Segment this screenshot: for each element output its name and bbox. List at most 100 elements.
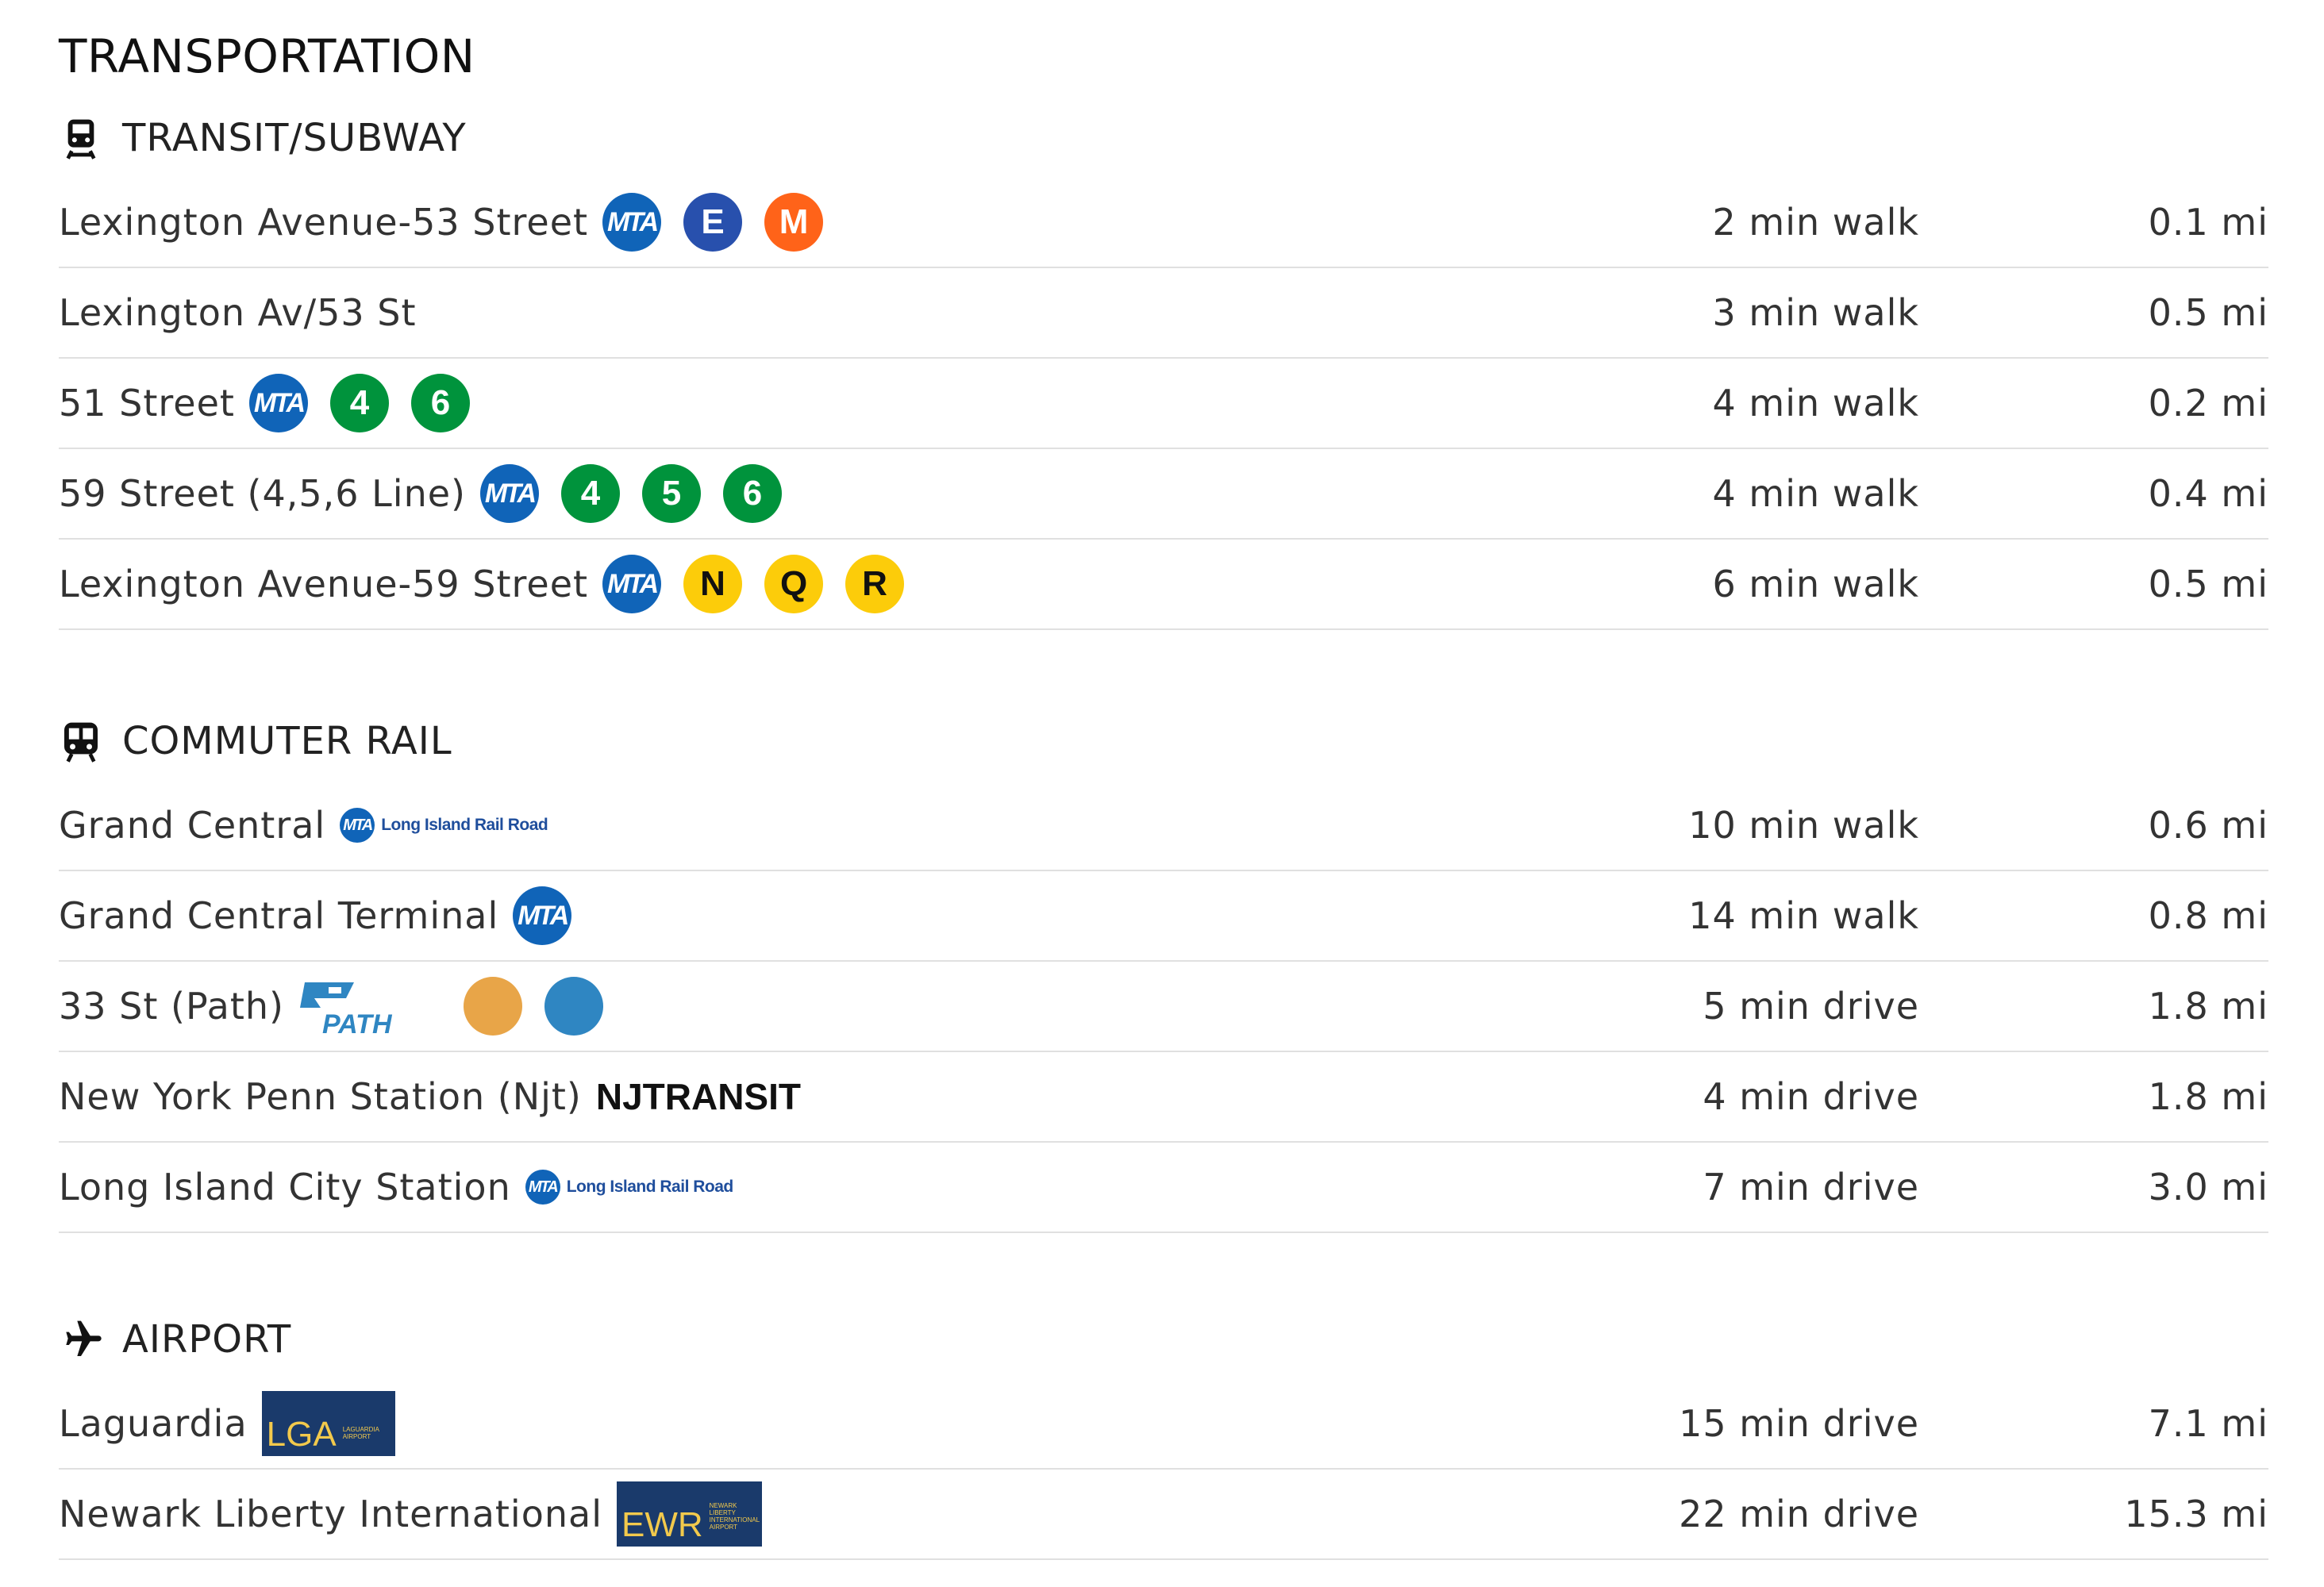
list-item[interactable]: Lexington Avenue-59 Street MTA N Q R 6 m… [59,540,2268,630]
list-item[interactable]: Long Island City Station MTA Long Island… [59,1143,2268,1233]
lga-logo-code: LGA [266,1415,337,1454]
travel-time: 5 min drive [1703,985,1919,1028]
travel-time: 4 min walk [1712,382,1919,425]
ewr-logo: EWR NEWARK LIBERTY INTERNATIONAL AIRPORT [616,1481,762,1547]
distance: 0.5 mi [2148,563,2268,605]
line-badges: MTA N Q R [602,555,905,613]
operator-logos: MTA [513,886,572,945]
distance: 15.3 mi [2124,1493,2268,1535]
ewr-logo-code: EWR [621,1505,703,1544]
distance: 1.8 mi [2148,1075,2268,1118]
operator-logos: MTA Long Island Rail Road [525,1170,733,1205]
page-title: TRANSPORTATION [59,29,475,83]
line-r-badge: R [845,555,905,613]
section-title-rail: COMMUTER RAIL [122,719,452,763]
line-badges: MTA E M [602,193,824,252]
line-6-badge: 6 [410,374,470,432]
list-item[interactable]: New York Penn Station (Njt) NJTRANSIT 4 … [59,1052,2268,1143]
station-name: Newark Liberty International [59,1493,602,1535]
line-badges: MTA 4 6 [248,374,470,432]
travel-time: 3 min walk [1712,291,1919,334]
list-item[interactable]: Grand Central MTA Long Island Rail Road … [59,781,2268,871]
mta-logo: MTA [340,808,375,843]
list-item[interactable]: 33 St (Path) PATH 5 min drive 1.8 mi [59,962,2268,1052]
lirr-logo-text: Long Island Rail Road [566,1178,734,1196]
station-name: Grand Central Terminal [59,894,499,937]
mta-logo: MTA [602,555,662,613]
mta-logo: MTA [248,374,308,432]
lirr-logo: MTA Long Island Rail Road [525,1170,733,1205]
distance: 0.4 mi [2148,472,2268,515]
train-front-icon [66,119,96,159]
mta-logo: MTA [479,464,539,523]
distance: 3.0 mi [2148,1166,2268,1209]
distance: 7.1 mi [2148,1402,2268,1445]
travel-time: 6 min walk [1712,563,1919,605]
list-item[interactable]: Grand Central Terminal MTA 14 min walk 0… [59,871,2268,962]
section-header-rail: COMMUTER RAIL [59,717,2268,765]
station-name: Lexington Avenue-59 Street [59,563,589,605]
path-logo-text: PATH [322,1009,393,1038]
nj-transit-logo: NJTRANSIT [595,1076,801,1117]
line-4-badge: 4 [560,464,620,523]
line-n-badge: N [683,555,743,613]
line-e-badge: E [683,193,743,252]
travel-time: 2 min walk [1712,201,1919,244]
station-name: 51 Street [59,382,235,425]
airport-logos: EWR NEWARK LIBERTY INTERNATIONAL AIRPORT [616,1481,762,1547]
list-item[interactable]: Newark Liberty International EWR NEWARK … [59,1470,2268,1560]
path-line-blue-dot [544,977,603,1036]
operator-logos: PATH [298,974,603,1038]
transportation-panel: TRANSPORTATION TRANSIT/SUBWAY Lexington … [59,30,2268,1560]
line-5-badge: 5 [641,464,701,523]
list-item[interactable]: 51 Street MTA 4 6 4 min walk 0.2 mi [59,359,2268,449]
commuter-train-icon [64,722,98,763]
distance: 0.1 mi [2148,201,2268,244]
line-4-badge: 4 [329,374,389,432]
airport-logos: LGA LAGUARDIA AIRPORT [261,1391,395,1456]
travel-time: 4 min drive [1703,1075,1919,1118]
airport-list: Laguardia LGA LAGUARDIA AIRPORT 15 min d… [59,1379,2268,1560]
distance: 0.6 mi [2148,804,2268,847]
travel-time: 10 min walk [1688,804,1919,847]
section-header-transit: TRANSIT/SUBWAY [59,114,2268,162]
station-name: Long Island City Station [59,1166,511,1209]
lirr-logo-text: Long Island Rail Road [381,816,548,834]
section-title-airport: AIRPORT [122,1317,292,1362]
distance: 0.5 mi [2148,291,2268,334]
line-6-badge: 6 [722,464,782,523]
station-name: Lexington Avenue-53 Street [59,201,589,244]
path-logo: PATH [299,982,393,1038]
line-m-badge: M [764,193,824,252]
operator-logos: NJTRANSIT [596,1075,801,1118]
distance: 0.2 mi [2148,382,2268,425]
station-name: Grand Central [59,804,326,847]
list-item[interactable]: 59 Street (4,5,6 Line) MTA 4 5 6 4 min w… [59,449,2268,540]
line-badges: MTA 4 5 6 [479,464,782,523]
section-header-airport: AIRPORT [59,1316,2268,1363]
mta-logo: MTA [602,193,662,252]
station-name: Lexington Av/53 St [59,291,417,334]
line-q-badge: Q [764,555,824,613]
station-name: Laguardia [59,1402,248,1445]
travel-time: 14 min walk [1688,894,1919,937]
station-name: New York Penn Station (Njt) [59,1075,582,1118]
list-item[interactable]: Laguardia LGA LAGUARDIA AIRPORT 15 min d… [59,1379,2268,1470]
distance: 1.8 mi [2148,985,2268,1028]
rail-list: Grand Central MTA Long Island Rail Road … [59,781,2268,1233]
ewr-logo-subtitle: NEWARK LIBERTY INTERNATIONAL AIRPORT [709,1502,760,1531]
list-item[interactable]: Lexington Av/53 St 3 min walk 0.5 mi [59,268,2268,359]
travel-time: 7 min drive [1703,1166,1919,1209]
list-item[interactable]: Lexington Avenue-53 Street MTA E M 2 min… [59,178,2268,268]
travel-time: 22 min drive [1679,1493,1919,1535]
mta-logo: MTA [525,1170,560,1205]
lirr-logo: MTA Long Island Rail Road [340,808,548,843]
path-line-orange-dot [463,977,522,1036]
operator-logos: MTA Long Island Rail Road [340,808,548,843]
lga-logo-subtitle: LAGUARDIA AIRPORT [342,1426,379,1440]
transportation-page: TRANSPORTATION TRANSIT/SUBWAY Lexington … [0,0,2324,1587]
travel-time: 15 min drive [1679,1402,1919,1445]
section-title-transit: TRANSIT/SUBWAY [122,116,467,160]
airplane-icon [66,1320,102,1356]
mta-logo: MTA [513,886,572,945]
